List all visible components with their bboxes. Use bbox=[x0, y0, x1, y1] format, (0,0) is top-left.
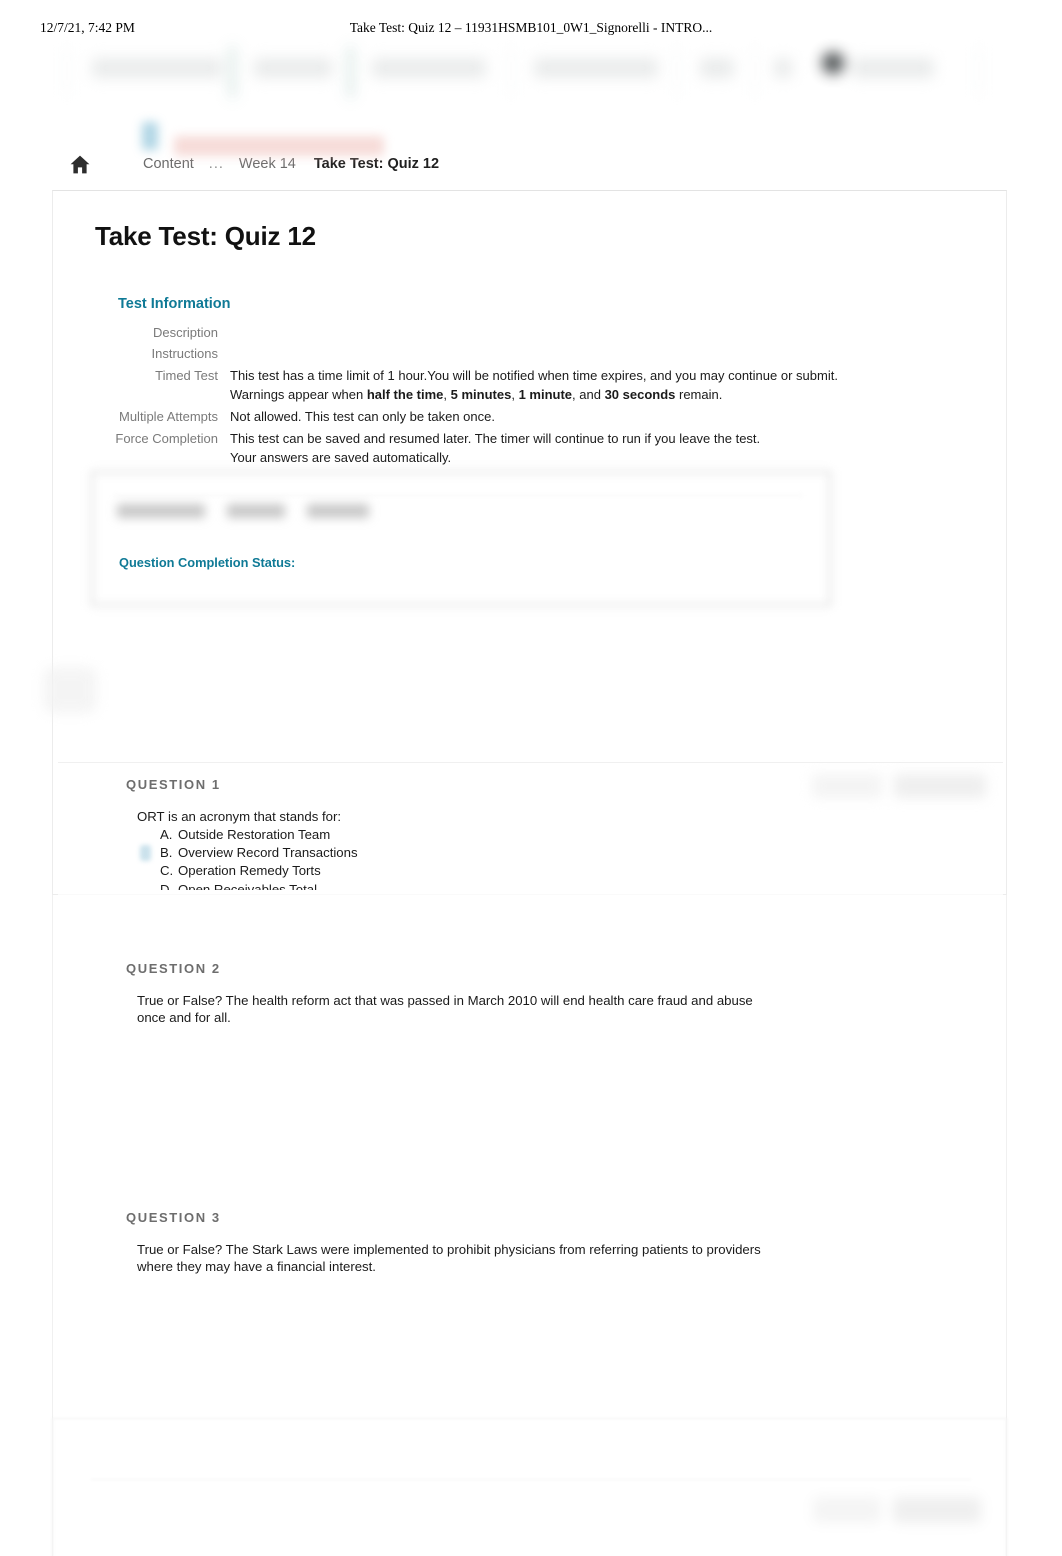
navbar-accent-bar bbox=[230, 46, 235, 98]
question-1-option-b[interactable]: B. Overview Record Transactions bbox=[160, 844, 358, 862]
breadcrumb-items: Content ... Week 14 Take Test: Quiz 12 bbox=[134, 156, 448, 172]
question-1-options[interactable]: A. Outside Restoration Team B. Overview … bbox=[160, 826, 358, 890]
collapse-panel-handle[interactable] bbox=[44, 668, 96, 712]
control-box-inner-divider bbox=[113, 495, 803, 496]
test-control-box[interactable]: Question Completion Status: bbox=[91, 471, 831, 606]
control-box-blurred-controls[interactable] bbox=[117, 504, 369, 518]
option-label-c: Operation Remedy Torts bbox=[178, 863, 321, 879]
user-avatar[interactable] bbox=[822, 52, 844, 74]
test-info-value-description bbox=[230, 322, 908, 344]
timed-test-warn-30sec: 30 seconds bbox=[604, 387, 676, 403]
timed-test-line-2: Warnings appear when half the time, 5 mi… bbox=[230, 386, 908, 405]
test-info-label-description: Description bbox=[152, 324, 218, 340]
bottom-card-score-group[interactable] bbox=[813, 1493, 983, 1529]
timed-test-line-1: This test has a time limit of 1 hour.You… bbox=[230, 368, 838, 384]
navbar-item[interactable] bbox=[534, 58, 658, 78]
question-1-option-d[interactable]: D. Open Receivables Total bbox=[160, 881, 358, 890]
question-1-option-a[interactable]: A. Outside Restoration Team bbox=[160, 826, 358, 844]
save-control[interactable] bbox=[227, 504, 285, 518]
app-navbar[interactable] bbox=[52, 44, 1014, 100]
control-box-frame bbox=[91, 471, 831, 606]
test-info-label-timed-test: Timed Test bbox=[155, 368, 218, 384]
question-1-header: QUESTION 1 bbox=[126, 777, 221, 792]
timed-test-warn-half: half the time bbox=[366, 387, 444, 403]
navbar-divider bbox=[676, 48, 678, 94]
test-info-label-instructions: Instructions bbox=[151, 346, 218, 362]
test-info-row-force-completion: Force Completion This test can be saved … bbox=[108, 428, 908, 469]
test-information-heading: Test Information bbox=[118, 296, 231, 312]
option-label-d: Open Receivables Total bbox=[178, 881, 318, 890]
option-letter-a: A. bbox=[160, 827, 173, 842]
question-2-header: QUESTION 2 bbox=[126, 961, 221, 976]
timed-test-suffix: remain. bbox=[675, 387, 723, 403]
question-1-selected-marker bbox=[140, 845, 151, 861]
breadcrumb-item-ellipsis[interactable]: ... bbox=[203, 156, 230, 172]
bottom-card-points-value bbox=[893, 1497, 981, 1523]
quiz-page-root: 12/7/21, 7:42 PM Take Test: Quiz 12 – 11… bbox=[0, 0, 1062, 1556]
navbar-item[interactable] bbox=[700, 58, 734, 78]
navbar-divider bbox=[510, 48, 512, 94]
question-1-divider bbox=[58, 762, 1003, 763]
bottom-card-divider bbox=[91, 1479, 971, 1480]
question-3-text: True or False? The Stark Laws were imple… bbox=[137, 1242, 761, 1275]
navbar-accent-bar bbox=[348, 46, 353, 98]
timed-test-warn-5min: 5 minutes bbox=[450, 387, 512, 403]
question-1-points-label bbox=[812, 774, 882, 798]
question-completion-status-label[interactable]: Question Completion Status: bbox=[119, 555, 295, 570]
test-info-label-force-completion: Force Completion bbox=[115, 430, 218, 446]
test-info-value-multiple-attempts: Not allowed. This test can only be taken… bbox=[230, 408, 495, 424]
bottom-status-icon bbox=[142, 122, 158, 150]
test-info-label-multiple-attempts: Multiple Attempts bbox=[119, 408, 218, 424]
question-1-score-group[interactable] bbox=[812, 768, 992, 804]
breadcrumb-item-current: Take Test: Quiz 12 bbox=[313, 156, 440, 172]
page-title: Take Test: Quiz 12 bbox=[95, 221, 316, 251]
force-completion-line-2: Your answers are saved automatically. bbox=[230, 449, 452, 465]
option-label-a: Outside Restoration Team bbox=[178, 827, 331, 842]
option-letter-c: C. bbox=[160, 863, 174, 879]
navbar-divider bbox=[978, 48, 980, 94]
test-info-row-instructions: Instructions bbox=[108, 344, 908, 366]
timed-test-sep-3: , and bbox=[572, 387, 605, 403]
test-info-value-instructions bbox=[230, 344, 908, 366]
remaining-time-control[interactable] bbox=[117, 504, 205, 518]
test-information-section: Test Information Description Instruction… bbox=[108, 296, 908, 469]
option-letter-b: B. bbox=[160, 845, 173, 861]
test-info-row-description: Description bbox=[108, 322, 908, 344]
submit-control[interactable] bbox=[307, 504, 369, 518]
navbar-item[interactable] bbox=[254, 58, 332, 78]
print-header: 12/7/21, 7:42 PM Take Test: Quiz 12 – 11… bbox=[0, 20, 1062, 42]
question-1-points-value bbox=[894, 774, 986, 798]
question-3-header: QUESTION 3 bbox=[126, 1210, 221, 1225]
timed-test-sep-1: , bbox=[443, 387, 451, 403]
bottom-alert-band bbox=[174, 136, 384, 156]
question-2-text: True or False? The health reform act tha… bbox=[137, 993, 753, 1026]
navbar-divider bbox=[754, 48, 756, 94]
option-letter-d: D. bbox=[160, 881, 174, 890]
question-1-option-c[interactable]: C. Operation Remedy Torts bbox=[160, 862, 358, 880]
breadcrumb-item-week-14[interactable]: Week 14 bbox=[230, 156, 305, 172]
bottom-card-points-label bbox=[813, 1497, 881, 1523]
test-info-row-timed-test: Timed Test This test has a time limit of… bbox=[108, 366, 908, 407]
print-header-document-title: Take Test: Quiz 12 – 11931HSMB101_0W1_Si… bbox=[349, 20, 713, 35]
breadcrumb-item-content[interactable]: Content bbox=[134, 156, 203, 172]
home-icon[interactable] bbox=[70, 155, 110, 174]
navbar-item[interactable] bbox=[774, 58, 792, 78]
timed-test-warning-prefix: Warnings appear when bbox=[230, 387, 367, 403]
bottom-question-card bbox=[52, 1418, 1007, 1556]
test-info-row-multiple-attempts: Multiple Attempts Not allowed. This test… bbox=[108, 406, 908, 428]
navbar-divider bbox=[66, 48, 68, 94]
test-info-value-timed-test: This test has a time limit of 1 hour.You… bbox=[230, 366, 908, 407]
question-1-clip-mask bbox=[58, 890, 1003, 898]
navbar-item[interactable] bbox=[372, 58, 486, 78]
timed-test-warn-1min: 1 minute bbox=[518, 387, 573, 403]
test-information-table: Description Instructions Timed Test This… bbox=[108, 322, 908, 469]
question-1-text: ORT is an acronym that stands for: bbox=[137, 809, 342, 824]
test-info-value-force-completion: This test can be saved and resumed later… bbox=[230, 428, 908, 469]
option-label-b: Overview Record Transactions bbox=[178, 845, 358, 861]
timed-test-sep-2: , bbox=[511, 387, 519, 403]
navbar-item[interactable] bbox=[92, 58, 222, 78]
force-completion-line-1: This test can be saved and resumed later… bbox=[230, 430, 761, 446]
navbar-item[interactable] bbox=[852, 58, 934, 78]
